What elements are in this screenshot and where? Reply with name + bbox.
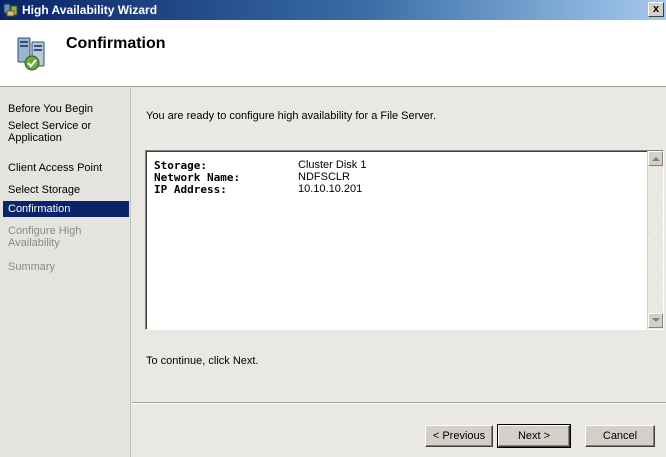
ip-address-value: 10.10.10.201 bbox=[298, 183, 363, 195]
sidebar-item-before-you-begin[interactable]: Before You Begin bbox=[3, 101, 129, 117]
previous-button[interactable]: < Previous bbox=[425, 425, 493, 447]
wizard-footer: < Previous Next > Cancel bbox=[132, 402, 666, 457]
scroll-up-button[interactable] bbox=[648, 151, 663, 166]
cancel-button[interactable]: Cancel bbox=[585, 425, 655, 447]
scroll-down-button[interactable] bbox=[648, 313, 663, 328]
close-button[interactable]: x bbox=[648, 2, 664, 17]
sidebar-item-configure-high-availability: Configure High Availability bbox=[8, 225, 82, 249]
page-title: Confirmation bbox=[66, 35, 166, 52]
wizard-window: High Availability Wizard x Confirmation … bbox=[0, 0, 666, 457]
arrow-down-icon bbox=[652, 318, 660, 322]
arrow-up-icon bbox=[652, 157, 660, 161]
sidebar-item-select-storage[interactable]: Select Storage bbox=[3, 182, 129, 198]
sidebar-item-summary: Summary bbox=[8, 261, 56, 273]
wizard-header: Confirmation bbox=[0, 20, 666, 87]
title-bar[interactable]: High Availability Wizard x bbox=[0, 0, 666, 20]
storage-value: Cluster Disk 1 bbox=[298, 159, 367, 171]
sidebar-item-select-service[interactable]: Select Service or Application bbox=[3, 118, 129, 146]
continue-instruction: To continue, click Next. bbox=[146, 355, 259, 367]
window-title: High Availability Wizard bbox=[22, 3, 158, 17]
network-name-value: NDFSCLR bbox=[298, 171, 350, 183]
wizard-steps-sidebar: Before You Begin Select Service or Appli… bbox=[0, 88, 131, 457]
next-button[interactable]: Next > bbox=[497, 424, 571, 448]
sidebar-item-client-access-point[interactable]: Client Access Point bbox=[3, 160, 129, 176]
intro-text: You are ready to configure high availabi… bbox=[146, 110, 437, 122]
cluster-app-icon bbox=[3, 2, 19, 18]
confirmation-summary-box[interactable]: Storage: Cluster Disk 1 Network Name: ND… bbox=[145, 150, 664, 330]
sidebar-item-confirmation[interactable]: Confirmation bbox=[3, 201, 129, 217]
ip-address-label: IP Address: bbox=[154, 183, 227, 196]
wizard-page-icon bbox=[16, 36, 50, 72]
vertical-scrollbar[interactable] bbox=[647, 151, 663, 329]
